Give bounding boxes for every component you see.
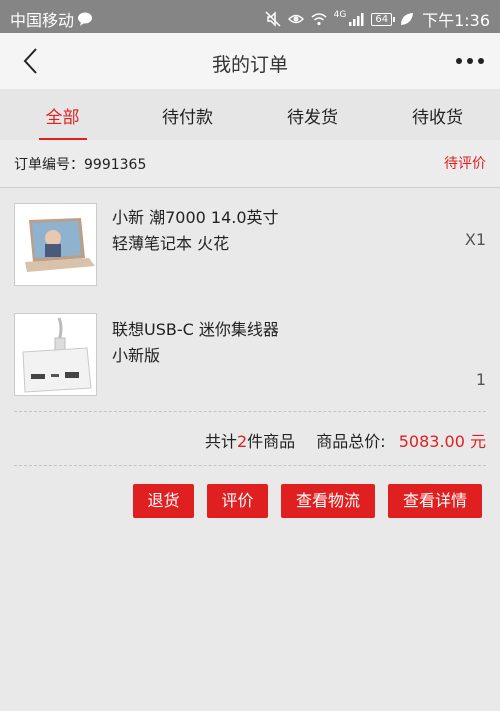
item-count-prefix: 共计 (204, 432, 237, 451)
view-details-button[interactable]: 查看详情 (388, 484, 482, 518)
review-button[interactable]: 评价 (207, 484, 268, 518)
return-button[interactable]: 退货 (133, 484, 194, 518)
item-name: 联想USB-C 迷你集线器 小新版 (112, 320, 279, 365)
mute-icon (265, 11, 281, 27)
tab-pending-payment[interactable]: 待付款 (125, 89, 250, 140)
signal-icon (349, 13, 364, 26)
divider (14, 411, 486, 412)
laptop-image (14, 203, 97, 286)
carrier-label: 中国移动 (10, 11, 75, 30)
order-number: 订单编号：9991365 (14, 157, 147, 173)
network-type-label: 4G (333, 10, 347, 20)
tab-all[interactable]: 全部 (0, 89, 125, 140)
leaf-icon (401, 13, 414, 25)
item-quantity: X1 (464, 230, 486, 249)
order-status-badge: 待评价 (444, 156, 486, 172)
tab-pending-receipt[interactable]: 待收货 (375, 89, 500, 140)
status-bar: 中国移动 4G 64 下午1:36 (0, 0, 500, 33)
order-actions: 退货 评价 查看物流 查看详情 (133, 484, 482, 518)
item-count-suffix: 件商品 (247, 432, 296, 451)
page-title: 我的订单 (211, 54, 288, 76)
battery-icon: 64 (371, 12, 395, 26)
item-quantity: 1 (475, 370, 486, 389)
view-logistics-button[interactable]: 查看物流 (281, 484, 375, 518)
wifi-icon (311, 13, 327, 26)
clock: 下午1:36 (422, 11, 490, 30)
total-label: 商品总价: (316, 432, 386, 451)
usb-hub-image (14, 313, 97, 396)
order-tabs: 全部 待付款 待发货 待收货 (0, 89, 500, 140)
eye-icon (287, 14, 304, 24)
item-count: 2 (236, 432, 248, 451)
order-item[interactable]: 联想USB-C 迷你集线器 小新版 1 (0, 305, 500, 405)
divider (14, 465, 486, 466)
nav-bar: 我的订单 (0, 33, 500, 89)
chat-bubble-icon (78, 12, 93, 26)
order-item[interactable]: 小新 潮7000 14.0英寸轻薄笔记本 火花 X1 (0, 195, 500, 295)
item-name: 小新 潮7000 14.0英寸轻薄笔记本 火花 (112, 208, 279, 253)
tab-pending-shipment[interactable]: 待发货 (250, 89, 375, 140)
more-options-icon[interactable] (456, 51, 484, 71)
total-price: 5083.00 元 (398, 432, 486, 451)
order-summary: 共计2件商品 商品总价: 5083.00 元 (205, 428, 486, 452)
order-header: 订单编号：9991365 待评价 (0, 140, 500, 188)
